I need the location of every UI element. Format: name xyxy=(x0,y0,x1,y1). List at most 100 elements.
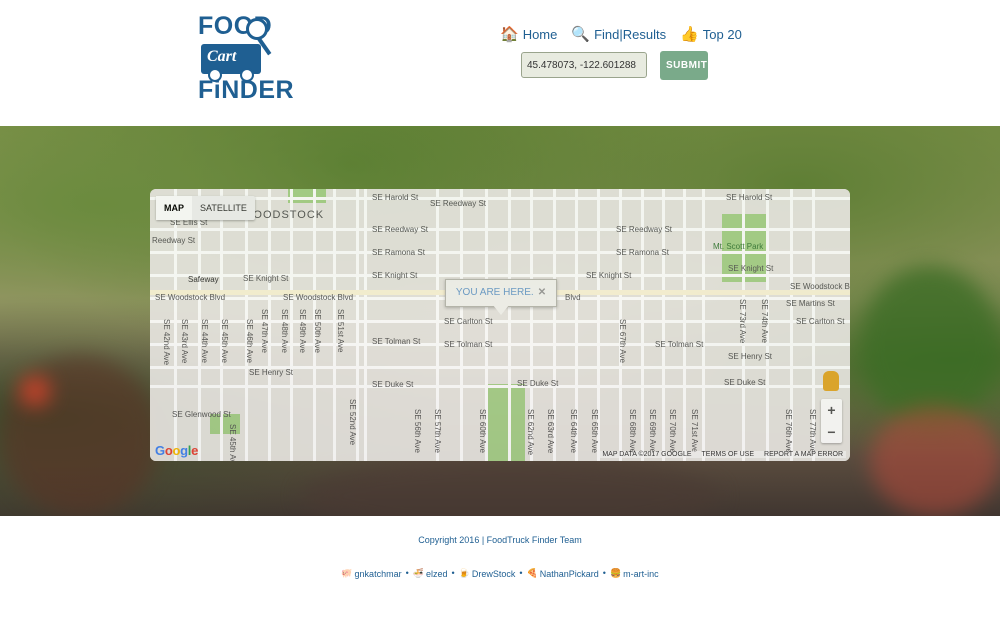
credit-drewstock[interactable]: 🍺 DrewStock xyxy=(459,568,516,579)
map-street-label: SE 70th Ave xyxy=(668,409,677,453)
coordinates-input[interactable] xyxy=(521,52,647,78)
background-blur xyxy=(300,456,720,516)
credit-name: DrewStock xyxy=(471,568,516,579)
nav-home[interactable]: 🏠 Home xyxy=(500,24,557,44)
street-line xyxy=(683,189,686,461)
map-street-label: SE Reedway St xyxy=(616,225,673,234)
map-street-label: SE 76th Ave xyxy=(784,409,793,453)
close-icon[interactable]: ✕ xyxy=(538,287,546,298)
map-type-control: MAP SATELLITE xyxy=(156,196,255,220)
map-street-label: SE Duke St xyxy=(724,378,766,387)
map-street-label: SE 49th Ave xyxy=(298,309,307,353)
credit-m-art-inc[interactable]: 🍔 m-art-inc xyxy=(610,568,659,579)
zoom-out-button[interactable]: − xyxy=(821,421,842,443)
report-map-error-link[interactable]: REPORT A MAP ERROR xyxy=(764,451,843,458)
map-street-label: SE Duke St xyxy=(517,379,559,388)
separator: • xyxy=(602,568,606,578)
credit-elzed[interactable]: 🍜 elzed xyxy=(413,568,448,579)
map-street-label: Safeway xyxy=(188,275,219,284)
team-credits: 🐖 gnkatchmar • 🍜 elzed • 🍺 DrewStock • 🍕 Nat… xyxy=(0,568,1000,579)
nav-home-label: Home xyxy=(522,26,558,42)
background-blur xyxy=(860,266,1000,426)
google-logo: Google xyxy=(155,443,199,458)
beer-icon: 🍺 xyxy=(458,568,470,578)
map-street-label: Blvd xyxy=(565,293,581,302)
map-street-label: SE 77th Ave xyxy=(808,409,817,453)
street-line xyxy=(290,189,293,461)
credit-gnkatchmar[interactable]: 🐖 gnkatchmar xyxy=(341,568,401,579)
street-line xyxy=(702,189,705,461)
map-street-label: SE Reedway St xyxy=(430,199,487,208)
map-street-label: SE Glenwood St xyxy=(172,410,231,419)
main-nav: 🏠 Home 🔍 Find|Results 👍 Top 20 xyxy=(500,24,742,44)
map-street-label: SE 73rd Ave xyxy=(738,299,747,344)
map-street-label: SE 60th Ave xyxy=(478,409,487,453)
terms-of-use-link[interactable]: TERMS OF USE xyxy=(702,451,755,458)
map-type-satellite[interactable]: SATELLITE xyxy=(192,196,255,220)
credit-name: NathanPickard xyxy=(539,568,599,579)
map-street-label: SE 63rd Ave xyxy=(546,409,555,454)
logo-line-finder: FiNDER xyxy=(198,76,295,104)
map-street-label: Mt. Scott Park xyxy=(713,242,764,251)
street-line xyxy=(364,189,367,461)
background-blur xyxy=(20,376,50,406)
map-data-credit: MAP DATA ©2017 GOOGLE xyxy=(602,451,692,458)
you-are-here-infowindow: YOU ARE HERE. ✕ xyxy=(445,279,557,307)
thumbs-up-icon: 👍 xyxy=(680,26,699,43)
map-street-label: SE Woodstock Blvd xyxy=(283,293,353,302)
nav-top-20[interactable]: 👍 Top 20 xyxy=(680,24,742,44)
map-street-label: SE Knight St xyxy=(372,271,418,280)
map-street-label: SE 45th Ave xyxy=(228,424,237,461)
pig-icon: 🐖 xyxy=(341,568,353,578)
magnifier-icon xyxy=(246,18,268,40)
map-street-label: SE 50th Ave xyxy=(313,309,322,353)
street-line xyxy=(174,189,177,461)
magnifier-icon: 🔍 xyxy=(571,26,591,43)
map-street-label: SE Harold St xyxy=(726,193,773,202)
credit-name: gnkatchmar xyxy=(354,568,402,579)
map-street-label: SE 43rd Ave xyxy=(180,319,189,364)
map-street-label: SE 46th Ave xyxy=(245,319,254,363)
submit-button[interactable]: SUBMIT xyxy=(660,51,708,80)
map-canvas[interactable]: SE Harold St SE Harold StSE Ellis StSE Re… xyxy=(150,189,850,461)
map-street-label: SE Tolman St xyxy=(444,340,493,349)
food-cart-finder-logo[interactable]: FOOD Cart FiNDER xyxy=(198,14,294,103)
map-street-label: SE Tolman St xyxy=(372,337,421,346)
map-street-label: SE 65th Ave xyxy=(590,409,599,453)
map-street-label: SE Woodstock Blvd xyxy=(790,282,850,291)
separator: • xyxy=(451,568,455,578)
nav-find-results[interactable]: 🔍 Find|Results xyxy=(571,24,666,44)
map-street-label: SE Knight St xyxy=(586,271,632,280)
background-blur xyxy=(870,406,1000,516)
map-street-label: SE 71st Ave xyxy=(690,409,699,453)
map-street-label: SE 68th Ave xyxy=(628,409,637,453)
map-type-map[interactable]: MAP xyxy=(156,196,192,220)
map-street-label: SE Harold St xyxy=(372,193,419,202)
map-street-label: SE Henry St xyxy=(249,368,294,377)
burger-icon: 🍔 xyxy=(609,568,622,578)
map-street-label: SE 64th Ave xyxy=(569,409,578,453)
zoom-in-button[interactable]: + xyxy=(821,399,842,421)
map-street-label: SE 45th Ave xyxy=(220,319,229,363)
map-street-label: SE Tolman St xyxy=(655,340,704,349)
pizza-icon: 🍕 xyxy=(526,568,538,578)
separator: • xyxy=(519,568,523,578)
map-street-label: SE 51st Ave xyxy=(336,309,345,353)
nav-top-20-label: Top 20 xyxy=(702,26,742,42)
credit-nathanpickard[interactable]: 🍕 NathanPickard xyxy=(527,568,599,579)
map-street-label: SE 67th Ave xyxy=(618,319,627,363)
map-street-label: SE 52nd Ave xyxy=(348,399,357,446)
site-header: FOOD Cart FiNDER 🏠 Home 🔍 Find|Results 👍… xyxy=(0,0,1000,126)
map-view[interactable]: SE Harold St SE Harold St SE Ellis St SE Re… xyxy=(150,189,850,461)
zoom-control: + − xyxy=(821,399,842,443)
map-street-label: SE Carlton St xyxy=(796,317,845,326)
map-street-label: SE Reedway St xyxy=(372,225,429,234)
map-street-label: SE 57th Ave xyxy=(433,409,442,453)
map-street-label: SE 69th Ave xyxy=(648,409,657,453)
street-line xyxy=(508,189,511,461)
park-area xyxy=(288,189,326,203)
you-are-here-text: YOU ARE HERE. xyxy=(455,287,534,298)
street-view-pegman-icon[interactable] xyxy=(823,371,839,391)
credit-name: elzed xyxy=(425,568,448,579)
site-footer: Copyright 2016 | FoodTruck Finder Team 🐖… xyxy=(0,516,1000,625)
